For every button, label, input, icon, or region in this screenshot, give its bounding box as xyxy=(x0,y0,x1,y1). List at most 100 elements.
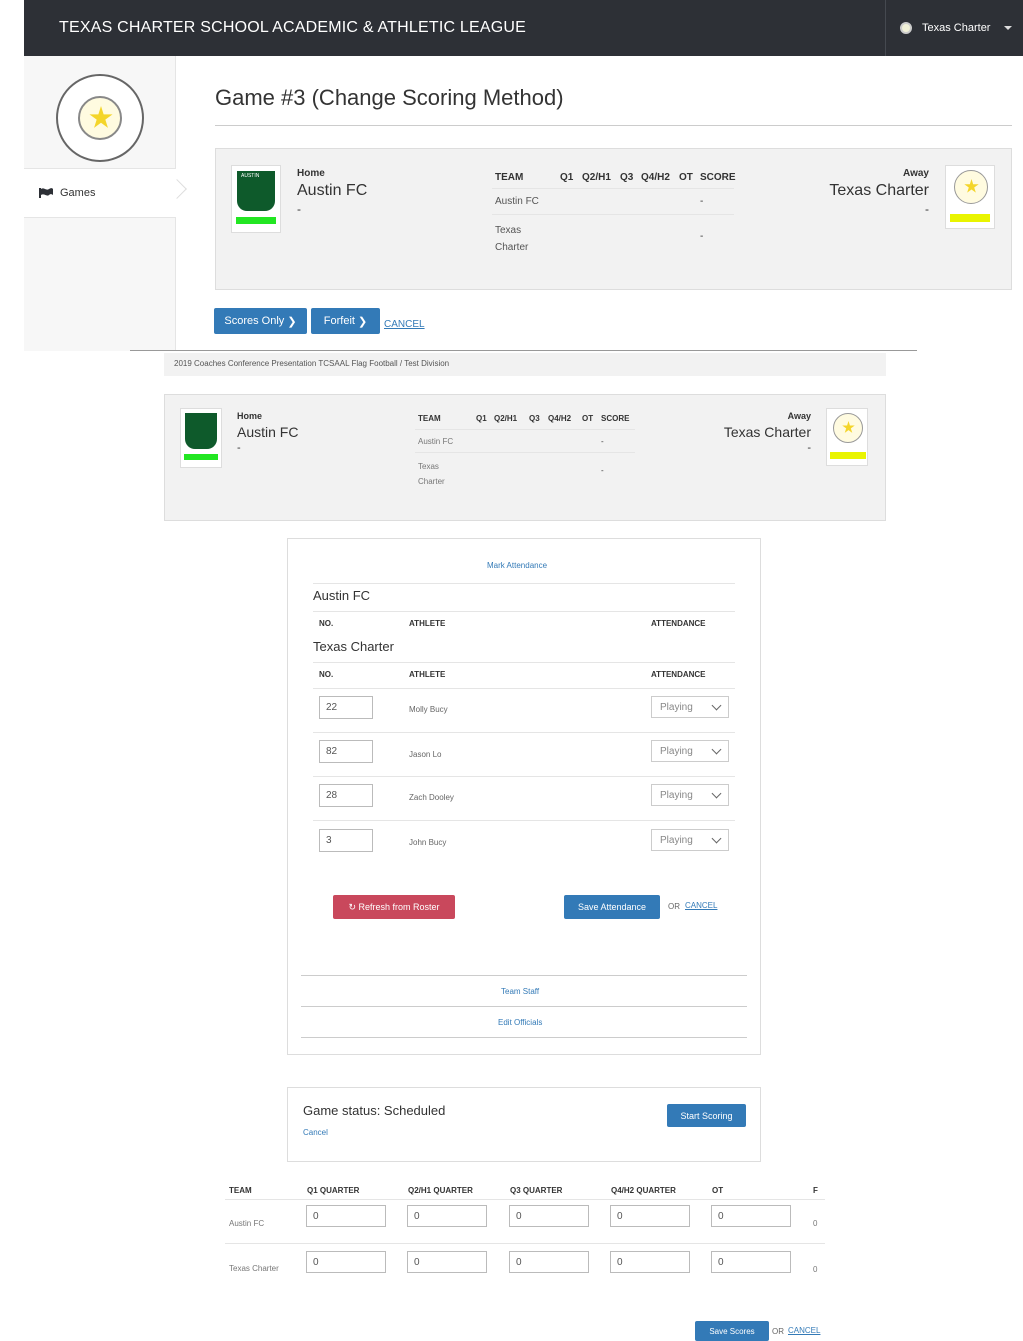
save-attendance-button[interactable]: Save Attendance xyxy=(564,895,660,919)
scoreboard-panel xyxy=(215,148,1012,290)
away-team-name: Texas Charter xyxy=(723,424,811,440)
athlete-name: John Bucy xyxy=(409,838,447,847)
team-color-bar xyxy=(950,214,990,222)
away-team-logo xyxy=(826,408,868,466)
chevron-down-icon xyxy=(711,700,722,710)
ot-score-input[interactable]: 0 xyxy=(711,1251,791,1273)
row-team: Texas Charter xyxy=(418,462,445,486)
home-team-name: Austin FC xyxy=(237,424,299,440)
chevron-down-icon xyxy=(711,833,722,843)
team1-heading: Austin FC xyxy=(313,588,371,603)
divider xyxy=(492,188,734,189)
away-score: - xyxy=(807,442,811,454)
home-team-name: Austin FC xyxy=(297,182,368,199)
ot-score-input[interactable]: 0 xyxy=(711,1205,791,1227)
jersey-number-input[interactable]: 82 xyxy=(319,740,373,763)
q4-score-input[interactable]: 0 xyxy=(610,1251,690,1273)
chevron-right-icon: ❯ xyxy=(287,315,297,328)
q2-score-input[interactable]: 0 xyxy=(407,1205,487,1227)
flag-icon xyxy=(39,188,53,198)
row-team: Austin FC xyxy=(495,196,539,207)
team-color-bar xyxy=(184,454,218,460)
col-q2: Q2/H1 QUARTER xyxy=(408,1186,473,1195)
save-scores-button[interactable]: Save Scores xyxy=(695,1321,769,1341)
sidebar-item-games[interactable]: Games xyxy=(24,168,176,218)
col-q3: Q3 xyxy=(529,414,540,423)
col-no: NO. xyxy=(319,670,334,679)
away-seal-icon xyxy=(954,170,988,204)
col-q1: Q1 QUARTER xyxy=(307,1186,360,1195)
row-team: Austin FC xyxy=(229,1219,265,1228)
col-score: SCORE xyxy=(601,414,630,423)
attendance-select[interactable]: Playing xyxy=(651,740,729,762)
away-label: Away xyxy=(903,168,929,179)
col-final: F xyxy=(813,1186,818,1195)
final-score: 0 xyxy=(813,1219,818,1228)
attendance-select[interactable]: Playing xyxy=(651,829,729,851)
home-label: Home xyxy=(237,411,263,421)
breadcrumb: 2019 Coaches Conference Presentation TCS… xyxy=(164,353,886,376)
team2-heading: Texas Charter xyxy=(313,639,394,654)
start-scoring-button[interactable]: Start Scoring xyxy=(667,1104,746,1127)
home-team-logo xyxy=(180,408,222,468)
user-avatar-icon xyxy=(900,22,912,34)
forfeit-button[interactable]: Forfeit ❯ xyxy=(311,308,380,334)
app-title: TEXAS CHARTER SCHOOL ACADEMIC & ATHLETIC… xyxy=(59,19,526,36)
austin-crest-icon: AUSTIN xyxy=(237,171,275,211)
divider xyxy=(225,1243,825,1244)
refresh-roster-button[interactable]: ↻ Refresh from Roster xyxy=(333,895,455,919)
col-q1: Q1 xyxy=(476,414,487,423)
col-q3: Q3 QUARTER xyxy=(510,1186,563,1195)
final-score: 0 xyxy=(813,1265,818,1274)
scores-only-button[interactable]: Scores Only ❯ xyxy=(214,308,307,334)
q4-score-input[interactable]: 0 xyxy=(610,1205,690,1227)
divider xyxy=(492,214,734,215)
divider xyxy=(415,429,635,430)
top-navbar: TEXAS CHARTER SCHOOL ACADEMIC & ATHLETIC… xyxy=(24,0,1023,56)
chevron-down-icon xyxy=(711,788,722,798)
jersey-number-input[interactable]: 28 xyxy=(319,784,373,807)
jersey-number-input[interactable]: 22 xyxy=(319,696,373,719)
home-team-logo: AUSTIN xyxy=(231,165,281,233)
divider xyxy=(313,688,735,689)
home-label: Home xyxy=(297,168,325,179)
attendance-select[interactable]: Playing xyxy=(651,696,729,718)
q1-score-input[interactable]: 0 xyxy=(306,1205,386,1227)
divider xyxy=(313,820,735,821)
away-team-name: Texas Charter xyxy=(829,182,929,199)
col-q1: Q1 xyxy=(560,172,574,183)
row-score: - xyxy=(601,437,604,446)
athlete-name: Zach Dooley xyxy=(409,793,454,802)
edit-officials-link[interactable]: Edit Officials xyxy=(498,1018,542,1027)
user-menu[interactable]: Texas Charter xyxy=(885,0,1023,56)
team-color-bar xyxy=(830,452,866,459)
cancel-link[interactable]: CANCEL xyxy=(384,319,425,330)
cancel-link[interactable]: CANCEL xyxy=(788,1326,820,1335)
scoreboard-panel xyxy=(164,394,886,521)
athlete-name: Jason Lo xyxy=(409,750,442,759)
row-team: Texas Charter xyxy=(229,1264,279,1273)
cancel-game-link[interactable]: Cancel xyxy=(303,1128,328,1137)
chevron-down-icon xyxy=(711,744,722,754)
divider xyxy=(215,125,1012,126)
q3-score-input[interactable]: 0 xyxy=(509,1205,589,1227)
q2-score-input[interactable]: 0 xyxy=(407,1251,487,1273)
q1-score-input[interactable]: 0 xyxy=(306,1251,386,1273)
attendance-select[interactable]: Playing xyxy=(651,784,729,806)
row-team: Austin FC xyxy=(418,437,454,446)
col-score: SCORE xyxy=(700,172,736,183)
row-team: Texas Charter xyxy=(495,225,529,253)
divider xyxy=(313,583,735,584)
divider xyxy=(313,662,735,663)
col-team: TEAM xyxy=(495,172,524,183)
mark-attendance-link[interactable]: Mark Attendance xyxy=(487,561,547,570)
divider xyxy=(313,732,735,733)
jersey-number-input[interactable]: 3 xyxy=(319,829,373,852)
caret-down-icon xyxy=(1004,26,1013,30)
row-score: - xyxy=(601,466,604,475)
user-name: Texas Charter xyxy=(922,22,991,34)
team-staff-link[interactable]: Team Staff xyxy=(501,987,539,996)
q3-score-input[interactable]: 0 xyxy=(509,1251,589,1273)
col-team: TEAM xyxy=(418,414,441,423)
cancel-link[interactable]: CANCEL xyxy=(685,901,717,910)
